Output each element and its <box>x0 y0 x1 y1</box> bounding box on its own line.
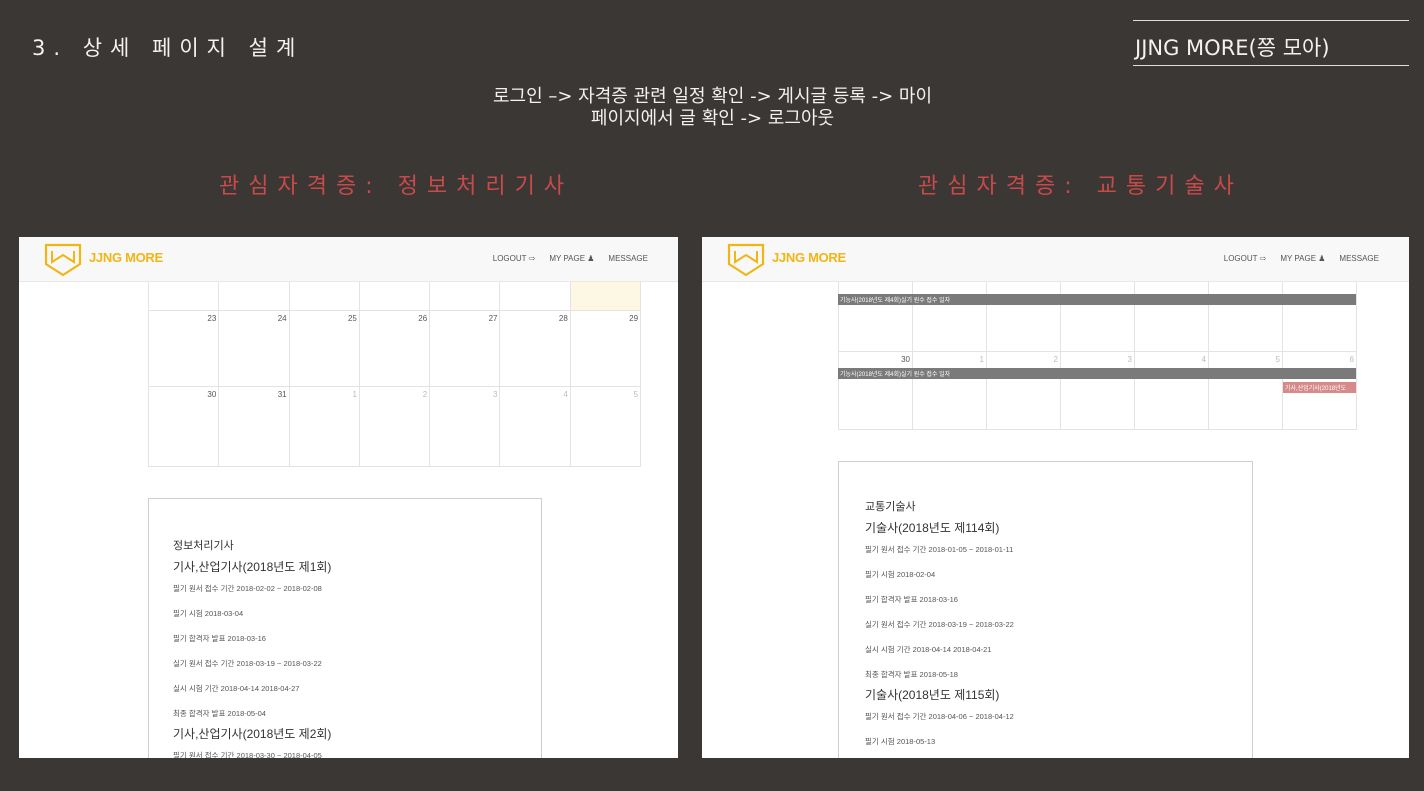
schedule-row: 필기 시험 2018-05-13 <box>865 737 936 746</box>
schedule-row: 실시 시험 기간 2018-04-14 2018-04-21 <box>865 645 992 654</box>
calendar-day[interactable]: 23 <box>838 271 913 352</box>
schedule-row: 최종 합격자 발표 2018-05-18 <box>865 670 958 679</box>
calendar-event[interactable]: 기능사(2018년도 제4회)실기 원수 접수 일자 <box>838 368 1356 379</box>
navbar: JJNG MORE LOGOUT ⇨ MY PAGE ♟ MESSAGE <box>702 237 1409 282</box>
screenshot-panel-right: JJNG MORE LOGOUT ⇨ MY PAGE ♟ MESSAGE 23 … <box>702 237 1409 758</box>
calendar-day[interactable]: 25 <box>288 310 360 387</box>
calendar-event[interactable]: 기능사(2018년도 제4회)실기 원수 접수 일자 <box>838 294 1356 305</box>
round-title: 기술사(2018년도 제114회) <box>865 521 1000 535</box>
schedule-row: 필기 원서 접수 기간 2018-02-02 ~ 2018-02-08 <box>173 584 322 593</box>
calendar-day[interactable]: 23 <box>147 310 220 387</box>
logout-link[interactable]: LOGOUT ⇨ <box>1224 254 1267 263</box>
calendar-day-other-month[interactable]: 4 <box>1134 351 1209 430</box>
schedule-row: 필기 시험 2018-02-04 <box>865 570 936 579</box>
logout-link[interactable]: LOGOUT ⇨ <box>493 254 536 263</box>
calendar-day-other-month[interactable]: 3 <box>1060 351 1135 430</box>
schedule-row: 실기 원서 접수 기간 2018-03-19 ~ 2018-03-22 <box>865 620 1014 629</box>
navbar: JJNG MORE LOGOUT ⇨ MY PAGE ♟ MESSAGE <box>19 237 678 282</box>
schedule-row: 필기 원서 접수 기간 2018-01-05 ~ 2018-01-11 <box>865 545 1014 554</box>
schedule-row: 최종 합격자 발표 2018-05-04 <box>173 709 266 718</box>
schedule-row: 필기 합격자 발표 2018-03-16 <box>173 634 266 643</box>
logo-icon[interactable] <box>726 240 766 278</box>
flow-line-1: 로그인 –> 자격증 관련 일정 확인 -> 게시글 등록 -> 마이 <box>492 86 933 107</box>
calendar-day[interactable]: 27 <box>1134 271 1209 352</box>
calendar-day[interactable]: 29 <box>1282 271 1357 352</box>
round-title: 기사,산업기사(2018년도 제1회) <box>173 560 332 574</box>
calendar-day[interactable]: 24 <box>218 310 290 387</box>
calendar: 23 24 25 26 27 28 29 30 31 1 2 3 4 5 <box>147 267 642 467</box>
calendar-day-other-month[interactable]: 2 <box>986 351 1061 430</box>
calendar-day[interactable]: 28 <box>499 310 571 387</box>
schedule-row: 필기 원서 접수 기간 2018-04-06 ~ 2018-04-12 <box>865 712 1014 721</box>
schedule-row: 필기 합격자 발표 2018-03-16 <box>865 595 958 604</box>
schedule-row: 필기 시험 2018-03-04 <box>173 609 244 618</box>
logo-icon[interactable] <box>43 240 83 278</box>
certificate-info-box: 정보처리기사 기사,산업기사(2018년도 제1회) 필기 원서 접수 기간 2… <box>148 498 542 758</box>
message-link[interactable]: MESSAGE <box>1339 254 1379 263</box>
logo-text[interactable]: JJNG MORE <box>89 250 163 265</box>
calendar-day[interactable]: 24 <box>912 271 987 352</box>
calendar-day[interactable]: 26 <box>1060 271 1135 352</box>
calendar-day-other-month[interactable]: 1 <box>288 386 360 467</box>
calendar-day-other-month[interactable]: 5 <box>569 386 642 467</box>
interest-left-label: 관심자격증: 정보처리기사 <box>219 174 574 199</box>
message-link[interactable]: MESSAGE <box>608 254 648 263</box>
round-title: 기사,산업기사(2018년도 제2회) <box>173 727 332 741</box>
calendar-day[interactable]: 30 <box>147 386 220 467</box>
certificate-info-box: 교통기술사 기술사(2018년도 제114회) 필기 원서 접수 기간 2018… <box>838 461 1253 758</box>
brand-title: JJNG MORE(쯩 모아) <box>1133 20 1409 66</box>
calendar-day-other-month[interactable]: 5 <box>1208 351 1283 430</box>
certificate-name: 교통기술사 <box>865 501 916 513</box>
calendar-day[interactable]: 27 <box>429 310 501 387</box>
schedule-row: 실시 시험 기간 2018-04-14 2018-04-27 <box>173 684 300 693</box>
flow-line-2: 페이지에서 글 확인 -> 로그아웃 <box>590 108 835 129</box>
slide-title: 3. 상세 페이지 설계 <box>32 36 304 60</box>
calendar-day-other-month[interactable]: 3 <box>429 386 501 467</box>
calendar-day[interactable]: 28 <box>1208 271 1283 352</box>
calendar-event[interactable]: 기사,산업기사(2018년도 <box>1283 382 1356 393</box>
calendar-day-other-month[interactable]: 2 <box>358 386 431 467</box>
schedule-row: 실기 원서 접수 기간 2018-03-19 ~ 2018-03-22 <box>173 659 322 668</box>
calendar-day-other-month[interactable]: 4 <box>499 386 571 467</box>
calendar-day-other-month[interactable]: 1 <box>912 351 987 430</box>
calendar-day[interactable]: 30 <box>838 351 913 430</box>
logo-text[interactable]: JJNG MORE <box>772 250 846 265</box>
interest-right-label: 관심자격증: 교통기술사 <box>918 174 1243 199</box>
screenshot-panel-left: JJNG MORE LOGOUT ⇨ MY PAGE ♟ MESSAGE 23 … <box>19 237 678 758</box>
certificate-name: 정보처리기사 <box>173 540 234 552</box>
calendar-day[interactable]: 31 <box>218 386 290 467</box>
schedule-row: 필기 원서 접수 기간 2018-03-30 ~ 2018-04-05 <box>173 751 322 758</box>
mypage-link[interactable]: MY PAGE ♟ <box>1280 254 1325 263</box>
flow-description: 로그인 –> 자격증 관련 일정 확인 -> 게시글 등록 -> 마이 페이지에… <box>420 86 1005 130</box>
calendar-day[interactable]: 29 <box>569 310 642 387</box>
calendar-day[interactable]: 25 <box>986 271 1061 352</box>
mypage-link[interactable]: MY PAGE ♟ <box>549 254 594 263</box>
round-title: 기술사(2018년도 제115회) <box>865 688 1000 702</box>
calendar-day[interactable]: 26 <box>358 310 431 387</box>
